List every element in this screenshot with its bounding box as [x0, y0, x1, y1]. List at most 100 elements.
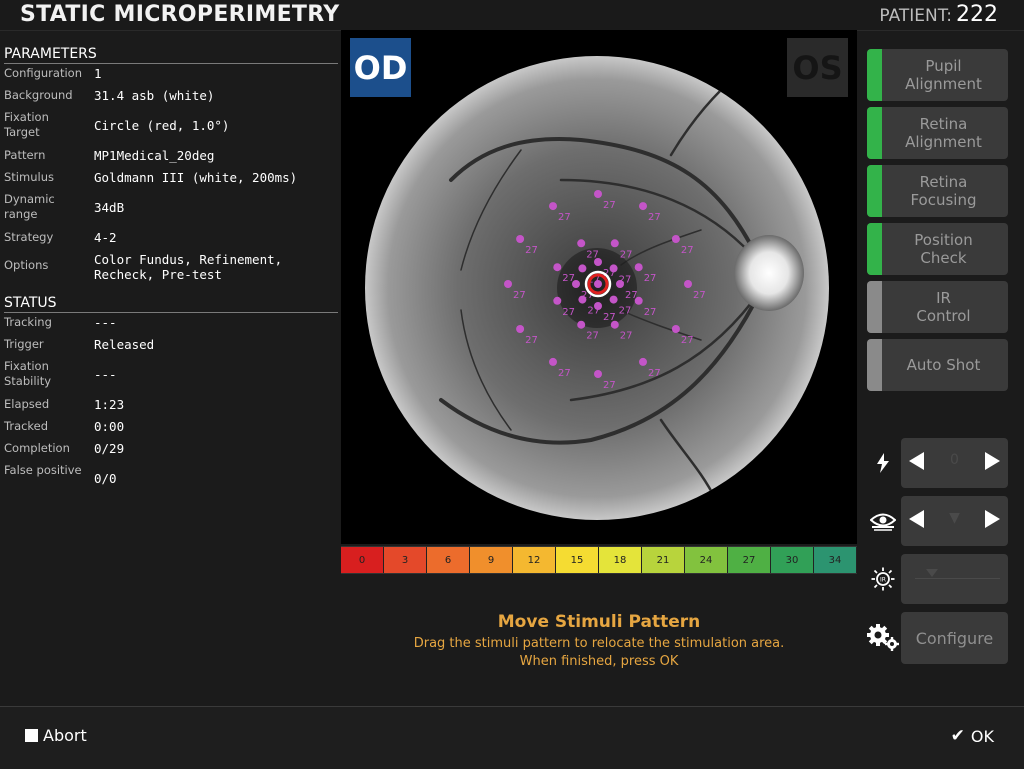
step-status-indicator: [867, 107, 882, 159]
step-label: Retina Alignment: [905, 115, 982, 151]
step-label: Pupil Alignment: [905, 57, 982, 93]
optic-disc: [734, 235, 804, 311]
param-label: Strategy: [4, 230, 54, 244]
stimulus-value-16: 27: [644, 273, 657, 284]
status-label: Fixation Stability: [4, 359, 52, 388]
abort-label: Abort: [43, 726, 87, 745]
param-label: Options: [4, 258, 49, 272]
flash-decrease-button[interactable]: [909, 452, 924, 470]
param-value: Circle (red, 1.0°): [94, 118, 230, 133]
status-value: 0/29: [94, 441, 125, 456]
stimulus-value-12: 27: [562, 307, 575, 318]
step-status-indicator: [867, 49, 882, 101]
stimulus-value-2: 27: [619, 306, 632, 317]
scale-cell-24: 24: [685, 547, 728, 573]
param-value: 4-2: [94, 230, 117, 245]
retina-alignment-button[interactable]: Retina Alignment: [867, 107, 1008, 159]
step-status-indicator: [867, 223, 882, 275]
eye-stepper: ▼: [901, 496, 1008, 546]
configure-button[interactable]: Configure: [901, 612, 1008, 664]
scale-cell-18: 18: [599, 547, 642, 573]
flash-stepper: 0: [901, 438, 1008, 488]
stimulus-point-27: [639, 202, 647, 211]
pupil-alignment-button[interactable]: Pupil Alignment: [867, 49, 1008, 101]
step-status-indicator: [867, 165, 882, 217]
ir-control-button[interactable]: IR Control: [867, 281, 1008, 333]
param-value: Color Fundus, Refinement, Recheck, Pre-t…: [94, 252, 283, 282]
retina-focusing-button[interactable]: Retina Focusing: [867, 165, 1008, 217]
stimulus-point-2: [609, 295, 618, 304]
patient-label: PATIENT:: [879, 6, 952, 26]
status-value: 0:00: [94, 419, 125, 434]
param-label: Dynamic range: [4, 192, 55, 221]
bottom-bar: Abort ✔ OK: [0, 706, 1024, 769]
flash-increase-button[interactable]: [985, 452, 1000, 470]
stimulus-value-14: 27: [586, 249, 599, 260]
stimulus-value-11: 27: [586, 331, 599, 342]
scale-cell-30: 30: [771, 547, 814, 573]
ir-illumination-icon: IR: [868, 564, 898, 594]
stimulus-point-16: [634, 263, 643, 272]
step-label: Position Check: [914, 231, 973, 267]
ir-slider-track: [915, 578, 1000, 579]
eye-icon: [868, 506, 898, 536]
gears-icon: [866, 622, 900, 652]
stimulus-value-13: 27: [562, 273, 575, 284]
scale-cell-27: 27: [728, 547, 771, 573]
stimulus-point-12: [553, 296, 562, 305]
instruction-title: Move Stimuli Pattern: [497, 612, 701, 632]
fundus-image[interactable]: 27 27 27 27 27 27 27 27 27 27 27 27 27 27 27 27 27 27 27 27…: [341, 30, 857, 544]
stimulus-value-25: 27: [558, 212, 571, 223]
position-check-button[interactable]: Position Check: [867, 223, 1008, 275]
abort-button[interactable]: Abort: [25, 726, 87, 745]
eye-decrease-button[interactable]: [909, 510, 924, 528]
status-value: Released: [94, 337, 155, 352]
scale-cell-12: 12: [513, 547, 556, 573]
svg-text:IR: IR: [880, 577, 886, 584]
stimulus-point-10: [610, 320, 619, 329]
scale-cell-15: 15: [556, 547, 599, 573]
status-value: ---: [94, 367, 117, 382]
param-value: MP1Medical_20deg: [94, 148, 215, 163]
status-value: 1:23: [94, 397, 125, 412]
parameters-title: PARAMETERS: [4, 46, 338, 64]
patient-info: PATIENT: 222: [879, 2, 998, 27]
status-value: 0/0: [94, 471, 117, 486]
sensitivity-scale: 0 3 6 9 12 15 18 21 24 27 30 34: [341, 546, 857, 574]
ir-slider-handle[interactable]: [926, 569, 938, 577]
ok-label: OK: [970, 726, 994, 746]
eye-increase-button[interactable]: [985, 510, 1000, 528]
stimulus-point-26: [594, 190, 602, 198]
status-label: Completion: [4, 441, 70, 455]
param-label: Fixation Target: [4, 110, 49, 139]
scale-cell-34: 34: [814, 547, 857, 573]
eye-od-button[interactable]: OD: [350, 38, 411, 97]
stimulus-value-18: 27: [681, 335, 694, 346]
eye-os-button[interactable]: OS: [787, 38, 848, 97]
stimulus-point-21: [549, 357, 557, 366]
fundus-viewer[interactable]: 27 27 27 27 27 27 27 27 27 27 27 27 27 27 27 27 27 27 27 27…: [341, 30, 857, 544]
step-label: IR Control: [916, 289, 971, 325]
stimulus-value-22: 27: [525, 335, 538, 346]
ok-button[interactable]: ✔ OK: [951, 726, 994, 746]
auto-shot-button[interactable]: Auto Shot: [867, 339, 1008, 391]
stimulus-point-9: [634, 296, 643, 305]
step-status-indicator: [867, 339, 882, 391]
status-value: ---: [94, 315, 117, 330]
stimulus-value-4: 27: [587, 306, 600, 317]
ir-slider[interactable]: [901, 554, 1008, 604]
instruction-line-1: Drag the stimuli pattern to relocate the…: [413, 636, 785, 651]
app-title: STATIC MICROPERIMETRY: [20, 2, 340, 27]
step-status-indicator: [867, 281, 882, 333]
stimulus-value-15: 27: [620, 249, 633, 260]
stimulus-point-22: [516, 325, 525, 333]
param-value: Goldmann III (white, 200ms): [94, 170, 298, 185]
param-label: Background: [4, 88, 73, 102]
flash-value: 0: [950, 452, 959, 468]
stimulus-point-19: [639, 357, 647, 366]
stimulus-point-23: [504, 280, 512, 288]
stimulus-point-28: [671, 235, 680, 243]
top-bar: STATIC MICROPERIMETRY PATIENT: 222: [0, 0, 1024, 31]
checkmark-icon: ✔: [950, 726, 965, 746]
param-label: Configuration: [4, 66, 82, 80]
